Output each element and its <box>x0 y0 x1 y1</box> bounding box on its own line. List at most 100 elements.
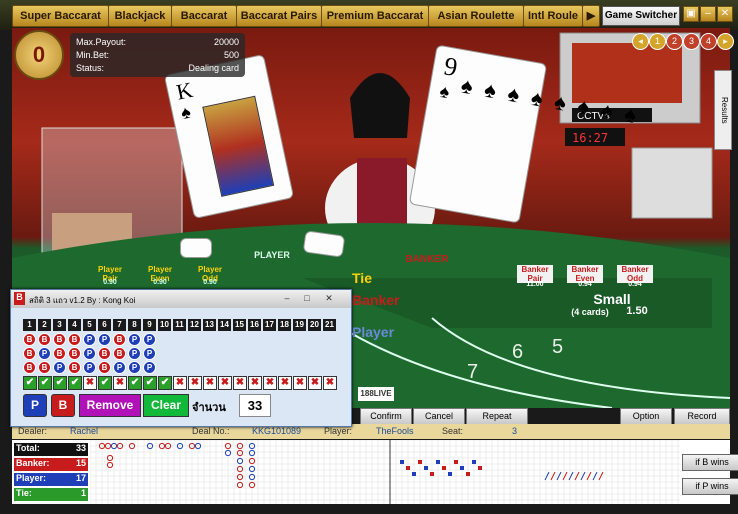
bead-cell[interactable]: B <box>98 347 111 360</box>
tab-blackjack[interactable]: Blackjack <box>108 5 172 27</box>
bead-cell[interactable]: P <box>113 361 126 374</box>
countdown-timer: 0 <box>14 30 64 80</box>
small-sub-label: (4 cards) <box>571 307 609 317</box>
cross-icon: ✖ <box>188 376 202 390</box>
if-player-wins-button[interactable]: if P wins <box>682 478 738 495</box>
status-value: Dealing card <box>188 63 239 73</box>
window-title: สถิติ 3 แถว v1.2 By : Kong Koi <box>29 296 136 305</box>
cross-icon: ✖ <box>218 376 232 390</box>
max-payout-label: Max.Payout: <box>76 37 127 47</box>
check-icon: ✔ <box>128 376 142 390</box>
player-label: Player: <box>324 426 353 436</box>
min-bet-label: Min.Bet: <box>76 50 110 60</box>
round-1-button[interactable]: 1 <box>649 33 666 50</box>
stat-value: 15 <box>75 458 86 468</box>
tab-scroll-right-icon[interactable]: ▶ <box>582 5 600 27</box>
bead-cell[interactable]: B <box>113 333 126 346</box>
bead-cell[interactable]: P <box>83 347 96 360</box>
add-player-button[interactable]: P <box>23 394 47 417</box>
tab-baccarat[interactable]: Baccarat <box>171 5 237 27</box>
maximize-icon[interactable]: □ <box>297 292 317 304</box>
clear-button[interactable]: Clear <box>143 394 189 417</box>
count-value: 33 <box>239 394 271 417</box>
add-banker-button[interactable]: B <box>51 394 75 417</box>
tab-intl-roulette[interactable]: Intl Roule <box>523 5 583 27</box>
road-dot <box>472 460 476 464</box>
deal-no-value: KKG101089 <box>252 426 302 436</box>
seat-number-7: 7 <box>467 361 478 383</box>
bead-cell[interactable]: P <box>83 333 96 346</box>
column-header: 20 <box>308 319 321 331</box>
column-header: 12 <box>188 319 201 331</box>
cancel-button[interactable]: Cancel <box>413 408 465 425</box>
if-banker-wins-button[interactable]: if B wins <box>682 454 738 471</box>
check-icon: ✔ <box>158 376 172 390</box>
bead-cell[interactable]: B <box>68 333 81 346</box>
dealer-label: Dealer: <box>18 426 48 436</box>
bead-cell[interactable]: B <box>53 333 66 346</box>
cross-icon: ✖ <box>293 376 307 390</box>
repeat-button[interactable]: Repeat <box>466 408 528 425</box>
seat-value: 3 <box>512 426 518 436</box>
lock-icon[interactable]: ▣ <box>683 6 699 22</box>
bead-cell[interactable]: B <box>23 333 36 346</box>
round-prev-icon[interactable]: ◂ <box>632 33 649 50</box>
bead-cell[interactable]: P <box>143 333 156 346</box>
round-next-icon[interactable]: ▸ <box>717 33 734 50</box>
bead-cell[interactable]: P <box>53 361 66 374</box>
road-dot <box>442 466 446 470</box>
bead-cell[interactable]: B <box>113 347 126 360</box>
bead-cell[interactable]: B <box>68 361 81 374</box>
remove-button[interactable]: Remove <box>79 394 141 417</box>
small-odds: 1.50 <box>626 305 648 317</box>
bead-cell[interactable]: B <box>23 347 36 360</box>
banker-pair-odds: 11.00 <box>526 281 544 288</box>
bead-cell[interactable]: P <box>143 361 156 374</box>
table-card <box>180 238 212 258</box>
round-2-button[interactable]: 2 <box>666 33 683 50</box>
round-4-button[interactable]: 4 <box>700 33 717 50</box>
tab-super-baccarat[interactable]: Super Baccarat <box>12 5 109 27</box>
bead-cell[interactable]: P <box>128 361 141 374</box>
bead-cell[interactable]: B <box>68 347 81 360</box>
record-button[interactable]: Record <box>674 408 730 425</box>
game-switcher-button[interactable]: Game Switcher <box>602 6 680 26</box>
close-icon[interactable]: ✕ <box>717 6 733 22</box>
road-dot <box>460 466 464 470</box>
road-dot <box>406 466 410 470</box>
bead-cell[interactable]: B <box>38 333 51 346</box>
bead-cell[interactable]: P <box>128 333 141 346</box>
bead-cell[interactable]: P <box>98 333 111 346</box>
column-header: 7 <box>113 319 126 331</box>
bead-cell[interactable]: P <box>38 347 51 360</box>
tab-asian-roulette[interactable]: Asian Roulette <box>428 5 524 27</box>
check-icon: ✔ <box>98 376 112 390</box>
bead-cell[interactable]: B <box>23 361 36 374</box>
bead-cell[interactable]: B <box>53 347 66 360</box>
column-header: 13 <box>203 319 216 331</box>
bead-cell[interactable]: P <box>83 361 96 374</box>
player-name: TheFools <box>376 426 414 436</box>
bead-cell[interactable]: B <box>98 361 111 374</box>
option-button[interactable]: Option <box>620 408 672 425</box>
banker-text: BANKER <box>405 254 449 265</box>
status-label: Status: <box>76 63 105 73</box>
round-3-button[interactable]: 3 <box>683 33 700 50</box>
road-dot <box>466 472 470 476</box>
player-odd-odds: 0.90 <box>203 279 217 286</box>
column-header: 3 <box>53 319 66 331</box>
tab-baccarat-pairs[interactable]: Baccarat Pairs <box>236 5 322 27</box>
roadmap-panel: Total: 33 Banker: 15 Player: 17 Tie: 1 i… <box>12 440 738 504</box>
check-icon: ✔ <box>53 376 67 390</box>
tab-premium-baccarat[interactable]: Premium Baccarat <box>321 5 429 27</box>
player-pair-odds: 0.90 <box>103 279 117 286</box>
bead-cell[interactable]: P <box>128 347 141 360</box>
bead-cell[interactable]: B <box>38 361 51 374</box>
column-header: 16 <box>248 319 261 331</box>
confirm-button[interactable]: Confirm <box>360 408 412 425</box>
bead-cell[interactable]: P <box>143 347 156 360</box>
minimize-icon[interactable]: – <box>277 292 297 304</box>
close-icon[interactable]: ✕ <box>319 292 339 304</box>
minimize-icon[interactable]: – <box>700 6 716 22</box>
results-tab[interactable]: Results <box>714 70 732 150</box>
